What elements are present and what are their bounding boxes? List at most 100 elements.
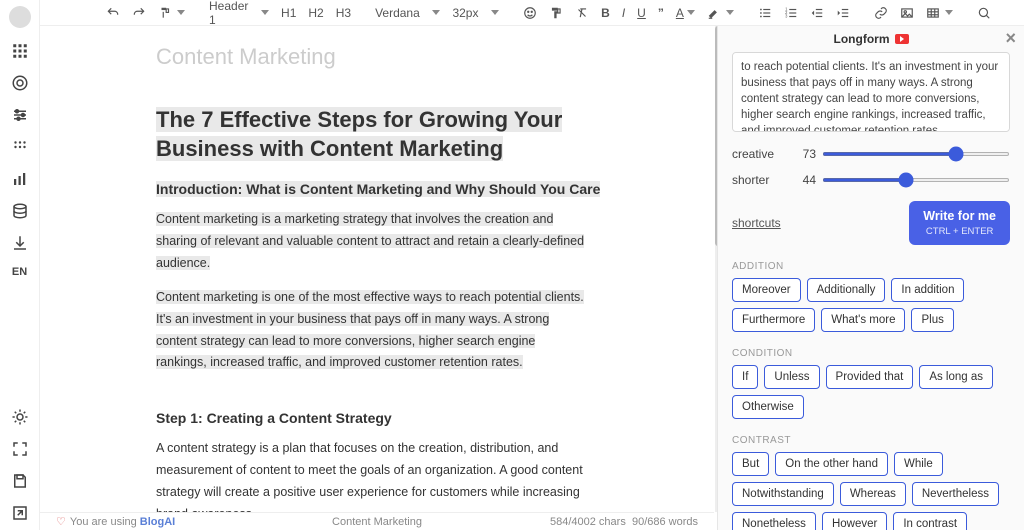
- indent-button[interactable]: [836, 6, 850, 20]
- status-brand[interactable]: BlogAI: [140, 516, 175, 528]
- database-icon[interactable]: [11, 202, 29, 220]
- doc-paragraph[interactable]: Content marketing is one of the most eff…: [156, 287, 586, 375]
- underline-button[interactable]: U: [637, 6, 646, 20]
- chip[interactable]: Provided that: [826, 365, 914, 389]
- longform-panel: Longform × creative73 shorter44 shortcuts…: [717, 26, 1024, 530]
- chip[interactable]: However: [822, 512, 887, 530]
- fullscreen-icon[interactable]: [11, 440, 29, 458]
- font-label: Verdana: [375, 6, 420, 20]
- chip[interactable]: As long as: [919, 365, 993, 389]
- status-bar: ♡ You are using BlogAI Content Marketing…: [40, 512, 714, 530]
- h3-button[interactable]: H3: [336, 6, 351, 20]
- toolbar: Header 1 H1 H2 H3 Verdana 32px B I U ” A…: [40, 0, 1024, 26]
- dots-icon[interactable]: [11, 138, 29, 156]
- chip[interactable]: Moreover: [732, 278, 801, 302]
- group-label: CONTRAST: [732, 435, 1010, 446]
- prompt-textarea[interactable]: [732, 52, 1010, 132]
- status-docname: Content Marketing: [332, 516, 422, 528]
- write-for-me-button[interactable]: Write for meCTRL + ENTER: [909, 201, 1010, 245]
- quote-button[interactable]: ”: [658, 6, 664, 20]
- slider-shorter[interactable]: [822, 178, 1010, 182]
- chip-group: MoreoverAdditionallyIn addition Furthermo…: [732, 278, 1010, 332]
- fontsize-label: 32px: [452, 6, 478, 20]
- left-rail: EN: [0, 0, 40, 530]
- doc-heading[interactable]: The 7 Effective Steps for Growing Your B…: [156, 107, 562, 161]
- chip[interactable]: Furthermore: [732, 308, 815, 332]
- emoji-button[interactable]: [523, 6, 537, 20]
- bold-button[interactable]: B: [601, 6, 610, 20]
- close-icon[interactable]: ×: [1005, 28, 1016, 49]
- chip[interactable]: Notwithstanding: [732, 482, 834, 506]
- paint-button[interactable]: [549, 6, 563, 20]
- slider-label: shorter: [732, 173, 792, 187]
- h1-button[interactable]: H1: [281, 6, 296, 20]
- chip-group: ButOn the other handWhile Notwithstanding…: [732, 452, 1010, 530]
- h2-button[interactable]: H2: [308, 6, 323, 20]
- search-button[interactable]: [977, 6, 991, 20]
- apps-icon[interactable]: [11, 42, 29, 60]
- stats-icon[interactable]: [11, 170, 29, 188]
- status-using: You are using: [70, 516, 137, 528]
- export-icon[interactable]: [11, 504, 29, 522]
- chip-group: IfUnless Provided thatAs long as Otherwise: [732, 365, 1010, 419]
- chip[interactable]: Additionally: [807, 278, 886, 302]
- chip[interactable]: Nonetheless: [732, 512, 816, 530]
- brightness-icon[interactable]: [11, 408, 29, 426]
- italic-button[interactable]: I: [622, 6, 625, 20]
- status-words: 90/686 words: [632, 516, 698, 528]
- chip[interactable]: Plus: [911, 308, 953, 332]
- chip[interactable]: In contrast: [893, 512, 967, 530]
- style-select[interactable]: Header 1: [209, 0, 269, 27]
- target-icon[interactable]: [11, 74, 29, 92]
- slider-icon[interactable]: [11, 106, 29, 124]
- avatar[interactable]: [9, 6, 31, 28]
- chip[interactable]: Whereas: [840, 482, 906, 506]
- chip[interactable]: If: [732, 365, 758, 389]
- language-toggle[interactable]: EN: [12, 266, 27, 278]
- highlight-button[interactable]: [707, 6, 734, 20]
- ulist-button[interactable]: [758, 6, 772, 20]
- shortcuts-link[interactable]: shortcuts: [732, 216, 781, 230]
- chip[interactable]: On the other hand: [775, 452, 888, 476]
- chip[interactable]: While: [894, 452, 943, 476]
- intro-heading[interactable]: Introduction: What is Content Marketing …: [156, 181, 600, 197]
- panel-header: Longform ×: [718, 26, 1024, 52]
- slider-creative[interactable]: [822, 152, 1010, 156]
- chip[interactable]: What's more: [821, 308, 905, 332]
- chip[interactable]: But: [732, 452, 769, 476]
- svg-text:3: 3: [785, 13, 788, 18]
- youtube-icon[interactable]: [895, 34, 909, 44]
- step1-heading[interactable]: Step 1: Creating a Content Strategy: [156, 410, 392, 426]
- editor[interactable]: Content Marketing The 7 Effective Steps …: [40, 26, 714, 512]
- chip[interactable]: Nevertheless: [912, 482, 999, 506]
- style-label: Header 1: [209, 0, 248, 27]
- document-title-placeholder[interactable]: Content Marketing: [156, 44, 714, 70]
- slider-value: 73: [792, 147, 816, 161]
- status-chars: 584/4002 chars: [550, 516, 626, 528]
- slider-label: creative: [732, 147, 792, 161]
- chip[interactable]: Otherwise: [732, 395, 804, 419]
- chip[interactable]: In addition: [891, 278, 964, 302]
- panel-title: Longform: [834, 32, 890, 46]
- group-label: ADDITION: [732, 261, 1010, 272]
- link-button[interactable]: [874, 6, 888, 20]
- outdent-button[interactable]: [810, 6, 824, 20]
- download-icon[interactable]: [11, 234, 29, 252]
- slider-row-shorter: shorter44: [732, 173, 1010, 187]
- textcolor-button[interactable]: A: [676, 6, 695, 20]
- redo-button[interactable]: [132, 6, 146, 20]
- image-button[interactable]: [900, 6, 914, 20]
- heart-icon: ♡: [56, 515, 66, 528]
- fontsize-select[interactable]: 32px: [452, 6, 499, 20]
- font-select[interactable]: Verdana: [375, 6, 440, 20]
- clear-format-button[interactable]: [575, 6, 589, 20]
- group-label: CONDITION: [732, 348, 1010, 359]
- save-icon[interactable]: [11, 472, 29, 490]
- chip[interactable]: Unless: [764, 365, 819, 389]
- doc-paragraph[interactable]: A content strategy is a plan that focuse…: [156, 438, 586, 512]
- format-painter-button[interactable]: [158, 6, 185, 20]
- olist-button[interactable]: 123: [784, 6, 798, 20]
- doc-paragraph[interactable]: Content marketing is a marketing strateg…: [156, 209, 586, 275]
- undo-button[interactable]: [106, 6, 120, 20]
- table-button[interactable]: [926, 6, 953, 20]
